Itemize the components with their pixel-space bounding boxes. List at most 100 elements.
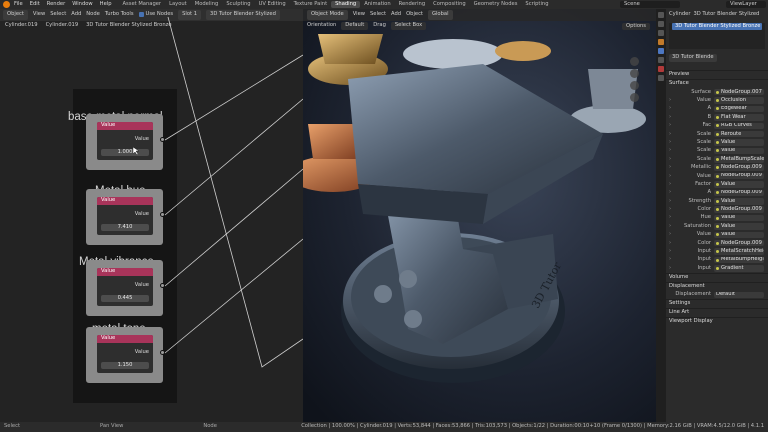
pan-hand-icon[interactable] [630, 69, 639, 78]
input-link-field[interactable]: NodeGroup.009 | Co [714, 189, 764, 197]
input-link-field[interactable]: Value [714, 139, 764, 146]
zoom-icon[interactable] [630, 57, 639, 66]
expand-arrow-icon[interactable]: › [666, 139, 674, 145]
status-pan-view: Pan View [100, 423, 124, 430]
tab-compositing[interactable]: Compositing [429, 1, 470, 8]
tab-sculpting[interactable]: Sculpting [222, 1, 254, 8]
input-link-field[interactable]: NodeGroup.007 [714, 88, 764, 96]
input-link-field[interactable]: MetalBumpHeight [714, 256, 764, 264]
tab-modeling[interactable]: Modeling [191, 1, 223, 8]
input-link-field[interactable]: Reroute [714, 130, 764, 138]
select-box-dropdown[interactable]: Select Box [390, 22, 427, 30]
object-tab-icon[interactable] [658, 39, 664, 45]
scene-selector[interactable]: Scene [620, 1, 680, 8]
input-link-field[interactable]: Edgewear [714, 105, 764, 113]
transform-orientation-dropdown[interactable]: Global [427, 10, 453, 20]
tab-uv-editing[interactable]: UV Editing [255, 1, 290, 8]
expand-arrow-icon[interactable]: › [666, 232, 674, 237]
section-volume[interactable]: Volume [666, 272, 768, 282]
tab-rendering[interactable]: Rendering [395, 1, 430, 8]
displacement-value[interactable]: Default [714, 291, 764, 299]
input-link-field[interactable]: Gradient [714, 265, 764, 272]
expand-arrow-icon[interactable]: › [666, 156, 674, 162]
menu-file[interactable]: File [14, 1, 23, 7]
3d-viewport[interactable]: 3D Tutor Object Mode View Select Add Obj… [303, 9, 656, 422]
menu-select[interactable]: Select [370, 12, 386, 17]
section-surface[interactable]: Surface [666, 79, 768, 88]
input-link-field[interactable]: NodeGroup.009 | Co [714, 164, 764, 171]
expand-arrow-icon[interactable]: › [666, 106, 674, 111]
input-link-field[interactable]: Occlusion [714, 97, 764, 104]
menu-edit[interactable]: Edit [30, 1, 40, 7]
output-tab-icon[interactable] [658, 30, 664, 36]
menu-render[interactable]: Render [47, 1, 65, 7]
expand-arrow-icon[interactable]: › [666, 265, 674, 271]
tab-animation[interactable]: Animation [360, 1, 394, 8]
expand-arrow-icon[interactable]: › [666, 223, 674, 229]
expand-arrow-icon[interactable]: › [666, 215, 674, 220]
material-datablock-field[interactable]: 3D Tutor Blende [669, 54, 717, 62]
tab-asset-manager[interactable]: Asset Manager [119, 1, 166, 8]
menu-add[interactable]: Add [391, 12, 401, 17]
material-tab-icon[interactable] [658, 66, 664, 72]
menu-object[interactable]: Object [406, 12, 423, 17]
expand-arrow-icon[interactable]: › [666, 164, 674, 170]
tab-shading[interactable]: Shading [331, 0, 361, 9]
tool-tab-icon[interactable] [658, 12, 664, 18]
input-link-field[interactable]: RGB Curves [714, 122, 764, 129]
input-link-field[interactable]: NodeGroup.009 | Co [714, 239, 764, 247]
material-slot-item[interactable]: 3D Tutor Blender Stylized Bronze [672, 23, 762, 30]
options-button[interactable]: Options [621, 23, 650, 31]
tab-geometry-nodes[interactable]: Geometry Nodes [470, 1, 522, 8]
input-link-field[interactable]: Flat Wear [714, 114, 764, 121]
tab-texture-paint[interactable]: Texture Paint [290, 1, 331, 8]
expand-arrow-icon[interactable]: › [666, 198, 674, 204]
physics-tab-icon[interactable] [658, 57, 664, 63]
render-tab-icon[interactable] [658, 21, 664, 27]
expand-arrow-icon[interactable]: › [666, 190, 674, 195]
input-link-field[interactable]: Value [714, 147, 764, 155]
input-link-field[interactable]: MetalBumpScale [714, 156, 764, 163]
mode-dropdown[interactable]: Object Mode [307, 10, 348, 20]
material-slot-list[interactable]: 3D Tutor Blender Stylized Bronze [669, 23, 765, 49]
input-link-field[interactable]: Value [714, 231, 764, 239]
expand-arrow-icon[interactable]: › [666, 131, 674, 137]
menu-view[interactable]: View [353, 12, 365, 17]
grid-icon[interactable] [630, 93, 639, 102]
expand-arrow-icon[interactable]: › [666, 240, 674, 246]
section-line-art[interactable]: Line Art [666, 307, 768, 317]
input-link-field[interactable]: Value [714, 214, 764, 222]
expand-arrow-icon[interactable]: › [666, 114, 674, 120]
section-viewport-display[interactable]: Viewport Display [666, 316, 768, 326]
socket-dot-icon [716, 157, 719, 161]
camera-icon[interactable] [630, 81, 639, 90]
expand-arrow-icon[interactable]: › [666, 173, 674, 179]
expand-arrow-icon[interactable]: › [666, 206, 674, 212]
expand-arrow-icon[interactable]: › [666, 248, 674, 254]
section-preview[interactable]: Preview [666, 70, 768, 79]
input-link-field[interactable]: MetalScratchHeight [714, 248, 764, 255]
section-settings[interactable]: Settings [666, 298, 768, 308]
input-link-field[interactable]: NodeGroup.009 | Co [714, 172, 764, 180]
blender-logo-icon[interactable] [3, 1, 10, 8]
shader-node-editor[interactable]: Object View Select Add Node Turbo Tools … [0, 9, 303, 422]
modifier-tab-icon[interactable] [658, 48, 664, 54]
menu-help[interactable]: Help [100, 1, 112, 7]
input-label: Scale [697, 155, 711, 162]
expand-arrow-icon[interactable]: › [666, 148, 674, 153]
input-link-field[interactable]: Value [714, 223, 764, 230]
tab-scripting[interactable]: Scripting [521, 1, 552, 8]
input-link-field[interactable]: Value [714, 181, 764, 188]
input-link-field[interactable]: NodeGroup.009 | Co [714, 206, 764, 213]
tab-layout[interactable]: Layout [165, 1, 191, 8]
section-displacement[interactable]: Displacement [666, 281, 768, 291]
orientation-dropdown[interactable]: Default [341, 22, 369, 30]
expand-arrow-icon[interactable]: › [666, 122, 674, 128]
expand-arrow-icon[interactable]: › [666, 181, 674, 187]
expand-arrow-icon[interactable]: › [666, 97, 674, 103]
view-layer-selector[interactable]: ViewLayer [726, 1, 766, 8]
input-link-field[interactable]: Value [714, 198, 764, 205]
expand-arrow-icon[interactable]: › [666, 257, 674, 262]
menu-window[interactable]: Window [72, 1, 92, 7]
texture-tab-icon[interactable] [658, 75, 664, 81]
